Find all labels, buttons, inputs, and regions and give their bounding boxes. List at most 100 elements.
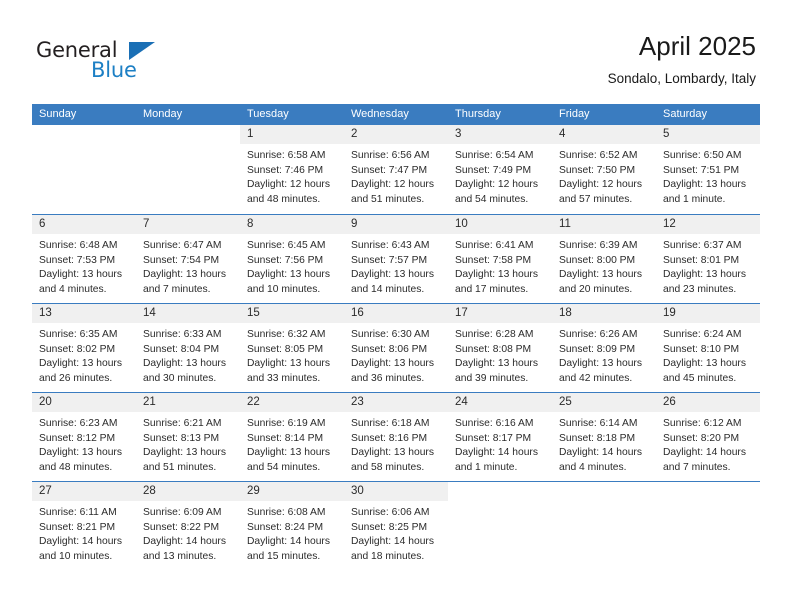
- day-number-band: 17: [448, 304, 552, 323]
- day-cell[interactable]: 1 Sunrise: 6:58 AM Sunset: 7:46 PM Daylight…: [240, 125, 344, 214]
- daylight-line-1: Daylight: 14 hours: [663, 447, 746, 459]
- day-cell[interactable]: 20 Sunrise: 6:23 AM Sunset: 8:12 PM Dayligh…: [32, 393, 136, 481]
- day-cell[interactable]: 18 Sunrise: 6:26 AM Sunset: 8:09 PM Dayligh…: [552, 304, 656, 392]
- daylight-line-2: and 26 minutes.: [39, 372, 113, 384]
- day-details: Sunrise: 6:37 AM Sunset: 8:01 PM Daylight:…: [656, 234, 760, 297]
- sunset-line: Sunset: 8:24 PM: [247, 521, 324, 533]
- day-cell[interactable]: 10 Sunrise: 6:41 AM Sunset: 7:58 PM Dayligh…: [448, 215, 552, 303]
- day-cell[interactable]: 24 Sunrise: 6:16 AM Sunset: 8:17 PM Dayligh…: [448, 393, 552, 481]
- day-cell[interactable]: 28 Sunrise: 6:09 AM Sunset: 8:22 PM Dayligh…: [136, 482, 240, 570]
- sunrise-line: Sunrise: 6:39 AM: [559, 240, 638, 251]
- day-cell[interactable]: 29 Sunrise: 6:08 AM Sunset: 8:24 PM Dayligh…: [240, 482, 344, 570]
- sunrise-line: Sunrise: 6:37 AM: [663, 240, 742, 251]
- sunset-line: Sunset: 8:22 PM: [143, 521, 220, 533]
- day-cell[interactable]: 6 Sunrise: 6:48 AM Sunset: 7:53 PM Daylight…: [32, 215, 136, 303]
- daylight-line-1: Daylight: 13 hours: [351, 269, 434, 281]
- sunrise-line: Sunrise: 6:11 AM: [39, 507, 117, 518]
- day-cell[interactable]: 30 Sunrise: 6:06 AM Sunset: 8:25 PM Dayligh…: [344, 482, 448, 570]
- sunset-line: Sunset: 7:50 PM: [559, 164, 636, 176]
- day-number-band: 22: [240, 393, 344, 412]
- day-cell[interactable]: 14 Sunrise: 6:33 AM Sunset: 8:04 PM Dayligh…: [136, 304, 240, 392]
- daylight-line-1: Daylight: 14 hours: [39, 536, 122, 548]
- day-cell[interactable]: 25 Sunrise: 6:14 AM Sunset: 8:18 PM Dayligh…: [552, 393, 656, 481]
- day-cell[interactable]: 16 Sunrise: 6:30 AM Sunset: 8:06 PM Dayligh…: [344, 304, 448, 392]
- daylight-line-2: and 10 minutes.: [39, 550, 113, 562]
- daylight-line-2: and 54 minutes.: [455, 193, 529, 205]
- day-cell[interactable]: 27 Sunrise: 6:11 AM Sunset: 8:21 PM Dayligh…: [32, 482, 136, 570]
- generalblue-logo[interactable]: General Blue: [36, 38, 216, 86]
- day-cell[interactable]: 26 Sunrise: 6:12 AM Sunset: 8:20 PM Dayligh…: [656, 393, 760, 481]
- sunset-line: Sunset: 8:09 PM: [559, 343, 636, 355]
- weekday-header-sunday: Sunday: [39, 108, 77, 120]
- page-subtitle: Sondalo, Lombardy, Italy: [607, 71, 756, 86]
- day-number: 16: [351, 307, 364, 319]
- page-header: General Blue April 2025 Sondalo, Lombard…: [0, 0, 792, 100]
- day-cell-empty: [552, 482, 656, 570]
- day-number-band: 21: [136, 393, 240, 412]
- day-number: 11: [559, 218, 571, 230]
- day-number-band: 6: [32, 215, 136, 234]
- day-cell[interactable]: 23 Sunrise: 6:18 AM Sunset: 8:16 PM Dayligh…: [344, 393, 448, 481]
- day-number: 22: [247, 396, 260, 408]
- sunset-line: Sunset: 7:56 PM: [247, 254, 324, 266]
- day-number-band: 13: [32, 304, 136, 323]
- day-cell[interactable]: 5 Sunrise: 6:50 AM Sunset: 7:51 PM Daylight…: [656, 125, 760, 214]
- daylight-line-1: Daylight: 13 hours: [143, 447, 226, 459]
- daylight-line-1: Daylight: 12 hours: [559, 179, 642, 191]
- day-cell[interactable]: 13 Sunrise: 6:35 AM Sunset: 8:02 PM Dayligh…: [32, 304, 136, 392]
- sunset-line: Sunset: 7:49 PM: [455, 164, 532, 176]
- daylight-line-2: and 1 minute.: [663, 193, 726, 205]
- sunset-line: Sunset: 7:53 PM: [39, 254, 116, 266]
- daylight-line-1: Daylight: 13 hours: [247, 358, 330, 370]
- day-number: 7: [143, 218, 150, 230]
- sunrise-line: Sunrise: 6:43 AM: [351, 240, 430, 251]
- weekday-header-tuesday: Tuesday: [247, 108, 289, 120]
- day-cell[interactable]: 2 Sunrise: 6:56 AM Sunset: 7:47 PM Daylight…: [344, 125, 448, 214]
- day-number-band: 16: [344, 304, 448, 323]
- daylight-line-1: Daylight: 13 hours: [39, 447, 122, 459]
- sunset-line: Sunset: 8:13 PM: [143, 432, 220, 444]
- day-number-band: 3: [448, 125, 552, 144]
- day-number-band: 2: [344, 125, 448, 144]
- day-cell[interactable]: 15 Sunrise: 6:32 AM Sunset: 8:05 PM Dayligh…: [240, 304, 344, 392]
- day-cell[interactable]: 7 Sunrise: 6:47 AM Sunset: 7:54 PM Daylight…: [136, 215, 240, 303]
- sunset-line: Sunset: 7:57 PM: [351, 254, 428, 266]
- day-details: Sunrise: 6:56 AM Sunset: 7:47 PM Daylight:…: [344, 144, 448, 207]
- daylight-line-1: Daylight: 14 hours: [351, 536, 434, 548]
- day-cell[interactable]: 3 Sunrise: 6:54 AM Sunset: 7:49 PM Daylight…: [448, 125, 552, 214]
- daylight-line-2: and 36 minutes.: [351, 372, 425, 384]
- day-cell[interactable]: 21 Sunrise: 6:21 AM Sunset: 8:13 PM Dayligh…: [136, 393, 240, 481]
- daylight-line-2: and 30 minutes.: [143, 372, 217, 384]
- page-title: April 2025: [638, 31, 756, 61]
- day-number-band: 8: [240, 215, 344, 234]
- day-details: Sunrise: 6:50 AM Sunset: 7:51 PM Daylight:…: [656, 144, 760, 207]
- day-number: 25: [559, 396, 572, 408]
- day-cell[interactable]: 9 Sunrise: 6:43 AM Sunset: 7:57 PM Daylight…: [344, 215, 448, 303]
- day-cell[interactable]: 22 Sunrise: 6:19 AM Sunset: 8:14 PM Dayligh…: [240, 393, 344, 481]
- daylight-line-1: Daylight: 14 hours: [455, 447, 538, 459]
- day-details: Sunrise: 6:06 AM Sunset: 8:25 PM Daylight:…: [344, 501, 448, 564]
- daylight-line-2: and 7 minutes.: [143, 283, 211, 295]
- sunset-line: Sunset: 7:47 PM: [351, 164, 428, 176]
- sunrise-line: Sunrise: 6:32 AM: [247, 329, 326, 340]
- daylight-line-2: and 18 minutes.: [351, 550, 425, 562]
- day-cell[interactable]: 19 Sunrise: 6:24 AM Sunset: 8:10 PM Dayligh…: [656, 304, 760, 392]
- day-number-band: 11: [552, 215, 656, 234]
- day-cell[interactable]: 8 Sunrise: 6:45 AM Sunset: 7:56 PM Daylight…: [240, 215, 344, 303]
- daylight-line-1: Daylight: 13 hours: [559, 358, 642, 370]
- sunset-line: Sunset: 7:51 PM: [663, 164, 740, 176]
- daylight-line-1: Daylight: 13 hours: [143, 269, 226, 281]
- daylight-line-2: and 7 minutes.: [663, 461, 731, 473]
- day-cell[interactable]: 17 Sunrise: 6:28 AM Sunset: 8:08 PM Dayligh…: [448, 304, 552, 392]
- daylight-line-1: Daylight: 13 hours: [663, 179, 746, 191]
- sunrise-line: Sunrise: 6:23 AM: [39, 418, 118, 429]
- day-cell[interactable]: 4 Sunrise: 6:52 AM Sunset: 7:50 PM Daylight…: [552, 125, 656, 214]
- sunset-line: Sunset: 8:05 PM: [247, 343, 324, 355]
- day-number: 12: [663, 218, 676, 230]
- day-number: 24: [455, 396, 468, 408]
- sunset-line: Sunset: 8:21 PM: [39, 521, 116, 533]
- sunset-line: Sunset: 7:46 PM: [247, 164, 324, 176]
- day-details: Sunrise: 6:09 AM Sunset: 8:22 PM Daylight:…: [136, 501, 240, 564]
- day-cell[interactable]: 12 Sunrise: 6:37 AM Sunset: 8:01 PM Dayligh…: [656, 215, 760, 303]
- day-cell[interactable]: 11 Sunrise: 6:39 AM Sunset: 8:00 PM Dayligh…: [552, 215, 656, 303]
